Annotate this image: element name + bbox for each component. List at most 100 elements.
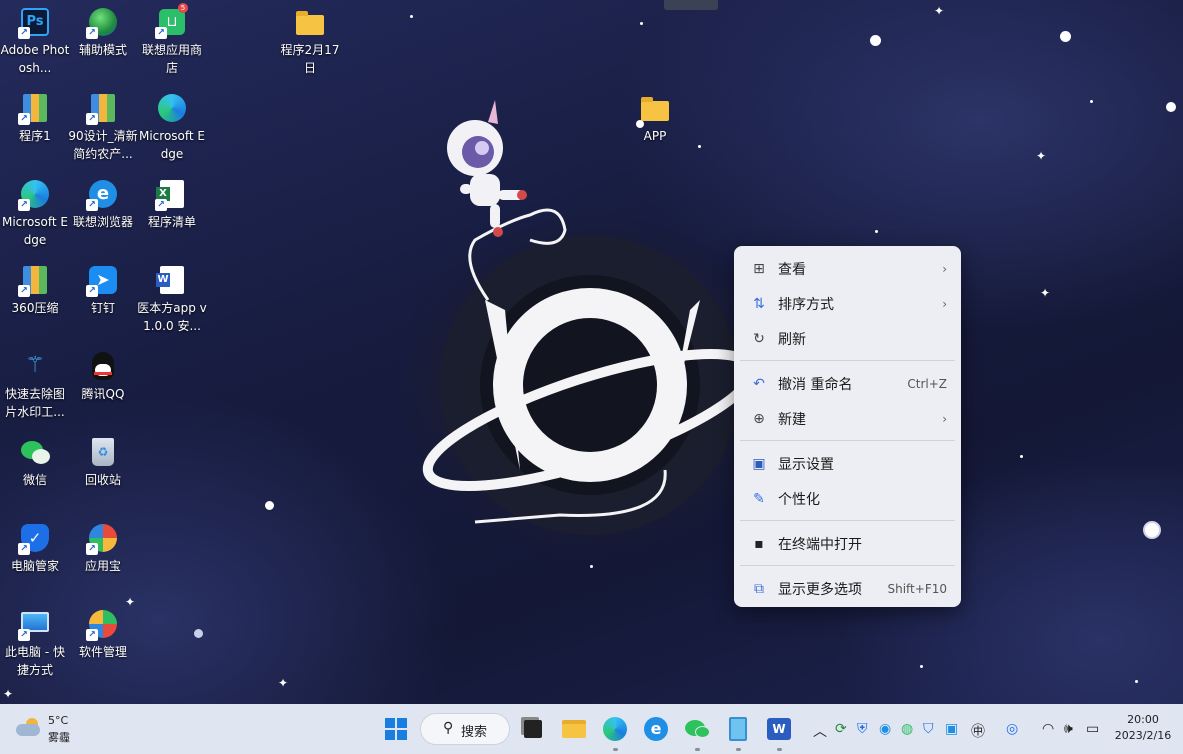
taskbar-wechat[interactable] [682,714,712,751]
top-widget [664,0,718,10]
menu-separator [740,565,955,566]
clock-date: 2023/2/16 [1114,729,1172,742]
sync-icon[interactable]: ⟳ [835,721,847,737]
desktop-icon-lenovo-store[interactable]: ⊔ 5 ↗ 联想应用商店 [137,2,207,84]
folder-icon [294,6,326,38]
security-shield-icon[interactable]: ⛨ [857,721,868,737]
desktop-icon-program-list[interactable]: X ↗ 程序清单 [137,174,207,256]
lenovo-browser-tray-icon[interactable]: ◉ [879,721,891,737]
wifi-icon[interactable]: ◠ [1042,721,1054,737]
taskbar-lenovo-browser[interactable]: e [641,714,671,744]
star [1090,100,1093,103]
wallpaper-art [422,100,758,535]
desktop[interactable]: ✦ ✦ ✦ ✦ ✦ ✦ Ps ↗ Adobe Photosh... ↗ 辅助模式… [0,0,1183,704]
file-explorer-icon [562,720,586,738]
shortcut-arrow-icon: ↗ [86,285,98,297]
menu-item-open-in-terminal[interactable]: ▪ 在终端中打开 [738,526,957,561]
globe-icon: ↗ [86,6,119,39]
star [1020,455,1023,458]
new-icon: ⊕ [753,410,765,427]
folder-icon [639,92,671,124]
menu-item-undo-rename[interactable]: ↶ 撤消 重命名 Ctrl+Z [738,366,957,401]
iflytek-icon[interactable]: ◎ [1006,721,1018,737]
menu-item-new[interactable]: ⊕ 新建 › [738,401,957,436]
search-box[interactable]: ⚲ 搜索 [420,713,510,745]
star [265,501,274,510]
menu-item-label: 撤消 重命名 [778,376,853,393]
magic-wand-icon: ⚚ [25,353,45,378]
desktop-icon-qq[interactable]: 腾讯QQ [68,346,138,428]
desktop-icon-90design[interactable]: ↗ 90设计_清新简约农产... [68,88,138,170]
desktop-icon-assist-mode[interactable]: ↗ 辅助模式 [68,2,138,84]
desktop-icon-yibenfang-app[interactable]: W 医本方app v1.0.0 安... [137,260,207,342]
battery-icon[interactable]: ▭ [1086,721,1099,737]
desktop-icon-recycle-bin[interactable]: ♻ 回收站 [68,432,138,514]
desktop-icon-dingtalk[interactable]: ➤ ↗ 钉钉 [68,260,138,342]
desktop-icon-label: APP [643,129,667,143]
show-hidden-icons-chevron-up-icon[interactable]: ︿ [813,721,827,741]
desktop-icon-watermark-remover[interactable]: ⚚ 快速去除图片水印工... [0,346,70,428]
desktop-icon-software-manager[interactable]: ↗ 软件管理 [68,604,138,686]
desktop-icon-360zip[interactable]: ↗ 360压缩 [0,260,70,342]
menu-item-label: 新建 [778,411,806,428]
photoshop-icon: Ps ↗ [18,6,51,39]
desktop-icon-edge[interactable]: Microsoft Edge [137,88,207,170]
pc-manager-icon: ✓ ↗ [18,522,51,555]
sparkle: ✦ [1036,149,1047,163]
star [870,35,881,46]
weather-widget[interactable]: 5°C 雾霾 [14,712,94,746]
desktop-icon-label: 联想浏览器 [72,215,133,229]
menu-item-view[interactable]: ⊞ 查看 › [738,251,957,286]
desktop-icon-photoshop[interactable]: Ps ↗ Adobe Photosh... [0,2,70,84]
desktop-icon-folder-app[interactable]: APP [620,88,690,170]
desktop-icon-app-store[interactable]: ↗ 应用宝 [68,518,138,600]
desktop-icon-wechat[interactable]: 微信 [0,432,70,514]
desktop-icon-lenovo-browser[interactable]: e ↗ 联想浏览器 [68,174,138,256]
archive-icon: ↗ [86,92,119,125]
running-indicator [613,748,618,751]
menu-item-refresh[interactable]: ↻ 刷新 [738,321,957,356]
taskbar-edge[interactable] [600,714,630,751]
task-view-button[interactable] [518,714,548,744]
desktop-icon-folder-program-feb17[interactable]: 程序2月17日 [275,2,345,84]
menu-item-display-settings[interactable]: ▣ 显示设置 [738,446,957,481]
desktop-icon-pc-manager[interactable]: ✓ ↗ 电脑管家 [0,518,70,600]
ime-icon[interactable]: ㊥ [971,721,985,741]
shortcut-arrow-icon: ↗ [155,27,167,39]
desktop-icon-this-pc[interactable]: ↗ 此电脑 - 快捷方式 [0,604,70,686]
menu-item-personalize[interactable]: ✎ 个性化 [738,481,957,516]
terminal-icon: ▪ [754,535,764,552]
running-indicator [695,748,700,751]
taskbar-notepad[interactable] [723,714,753,751]
lenovo-store-icon: ⊔ 5 ↗ [155,3,188,39]
star [1143,521,1161,539]
menu-item-sort-by[interactable]: ⇅ 排序方式 › [738,286,957,321]
taskbar-file-explorer[interactable] [559,714,589,744]
clock-time: 20:00 [1127,713,1159,726]
app-store-tray-icon[interactable]: ◍ [901,721,913,737]
windows-icon [385,718,407,740]
desktop-icon-edge-shortcut[interactable]: ↗ Microsoft Edge [0,174,70,256]
notepad-icon [729,717,747,741]
more-options-icon: ⧉ [754,580,764,597]
desktop-icon-label: 此电脑 - 快捷方式 [5,645,65,677]
desktop-icon-label: 程序清单 [147,215,196,229]
desktop-icon-program1[interactable]: ↗ 程序1 [0,88,70,170]
brush-icon: ✎ [753,490,765,507]
taskbar-word[interactable]: W [764,714,794,751]
volume-icon[interactable]: 🕪 [1064,721,1073,737]
dingtalk-icon: ➤ ↗ [86,264,119,297]
astronaut [447,100,527,237]
star [640,22,643,25]
desktop-icon-label: 软件管理 [78,645,127,659]
sort-icon: ⇅ [753,295,765,312]
start-button[interactable] [381,714,411,744]
clock[interactable]: 20:00 2023/2/16 [1108,712,1178,744]
wechat-icon [19,436,51,468]
pc-manager-tray-icon[interactable]: ⛉ [923,721,934,737]
menu-item-show-more-options[interactable]: ⧉ 显示更多选项 Shift+F10 [738,571,957,606]
vpn-tray-icon[interactable]: ▣ [945,721,958,737]
desktop-icon-label: 医本方app v1.0.0 安... [137,301,207,333]
desktop-icon-label: 回收站 [84,473,121,487]
running-indicator [736,748,741,751]
